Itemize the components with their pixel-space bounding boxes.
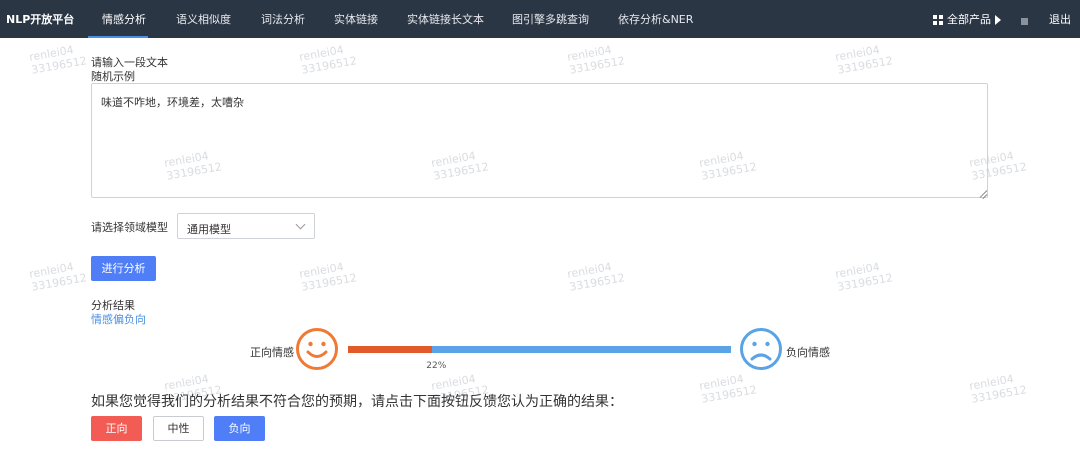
tab-lexical-analysis[interactable]: 词法分析 [261,11,305,27]
positive-ratio-fill [348,346,433,353]
brand-logo-text: NLP开放平台 [6,13,75,26]
text-input-area[interactable]: 味道不咋地，环境差，太嘈杂 [91,83,988,198]
positive-percent-label: 22% [426,361,447,371]
watermark-text: renlei04 33196512 [298,260,358,294]
watermark-text: renlei04 33196512 [298,43,358,77]
feedback-negative-button[interactable]: 负向 [214,416,265,441]
feedback-positive-button[interactable]: 正向 [91,416,142,441]
tab-semantic-similarity[interactable]: 语义相似度 [176,11,231,27]
tab-entity-linking[interactable]: 实体链接 [334,11,378,27]
feedback-neutral-button[interactable]: 中性 [153,416,204,441]
tab-entity-linking-long-text[interactable]: 实体链接长文本 [407,11,484,27]
model-select[interactable]: 通用模型 [177,213,315,239]
watermark-text: renlei04 33196512 [28,260,88,294]
top-navigation-bar: NLP开放平台 情感分析 语义相似度 词法分析 实体链接 实体链接长文本 图引擎… [0,0,1080,38]
random-example-link[interactable]: 随机示例 [91,68,135,84]
tab-graph-engine-query[interactable]: 图引擎多跳查询 [512,11,589,27]
result-summary: 情感偏负向 [91,313,146,326]
model-select-value: 通用模型 [187,223,231,236]
grid-icon[interactable] [933,15,943,25]
watermark-text: renlei04 33196512 [698,372,758,406]
watermark-text: renlei04 33196512 [566,260,626,294]
all-products-link[interactable]: 全部产品 [947,11,991,27]
triangle-right-icon[interactable] [995,15,1001,25]
watermark-text: renlei04 33196512 [834,43,894,77]
square-icon[interactable] [1021,18,1028,25]
active-tab-indicator [88,36,148,38]
sad-face-icon [740,328,782,370]
watermark-text: renlei04 33196512 [28,43,88,77]
sentiment-ratio-bar [348,346,731,353]
tab-sentiment-analysis[interactable]: 情感分析 [102,11,146,27]
resize-handle-icon[interactable] [979,189,988,200]
positive-sentiment-label: 正向情感 [250,346,294,359]
logout-link[interactable]: 退出 [1049,11,1071,27]
analyze-button[interactable]: 进行分析 [91,256,156,281]
watermark-text: renlei04 33196512 [566,43,626,77]
feedback-prompt: 如果您觉得我们的分析结果不符合您的预期，请点击下面按钮反馈您认为正确的结果： [91,394,623,410]
watermark-text: renlei04 33196512 [968,372,1028,406]
negative-sentiment-label: 负向情感 [786,346,830,359]
smiley-face-icon [296,328,338,370]
watermark-text: renlei04 33196512 [834,260,894,294]
domain-model-label: 请选择领域模型 [91,221,168,234]
tab-dependency-ner[interactable]: 依存分析&NER [618,11,693,27]
chevron-down-icon [295,219,306,230]
